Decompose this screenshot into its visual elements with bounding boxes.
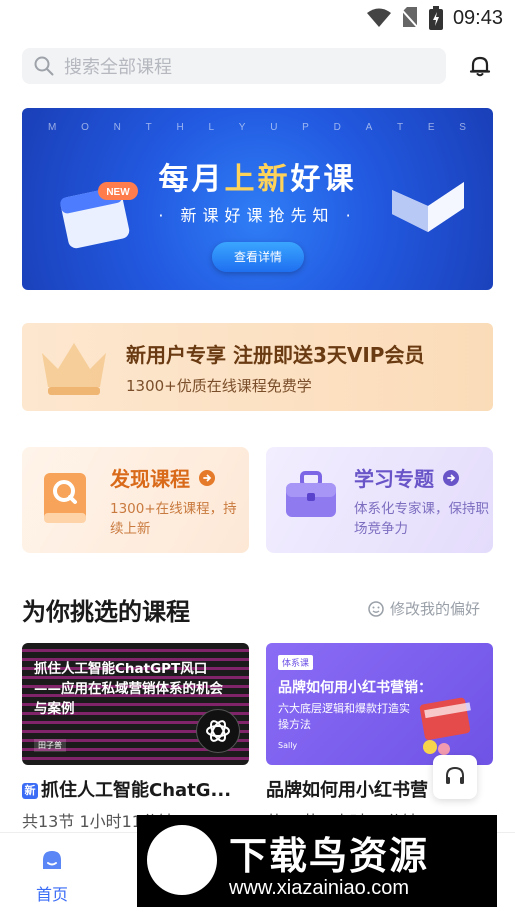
calendar-icon: NEW xyxy=(60,182,138,249)
edit-preferences-link[interactable]: 修改我的偏好 xyxy=(368,598,480,619)
banner-letter: L xyxy=(208,122,216,133)
discover-desc: 1300+在线课程，持续上新 xyxy=(110,501,237,537)
view-details-button[interactable]: 查看详情 xyxy=(212,242,304,272)
course-title[interactable]: 品牌如何用小红书营 xyxy=(266,776,446,802)
status-time: 09:43 xyxy=(452,6,503,29)
banner-letter: S xyxy=(459,122,467,133)
new-badge: 新 xyxy=(22,783,38,799)
vip-title: 新用户专享 注册即送3天VIP会员 xyxy=(126,343,425,367)
status-icons: 09:43 xyxy=(366,6,503,30)
recommend-title: 为你挑选的课程 xyxy=(22,598,190,626)
course-cover-sub: 六大底层逻辑和爆款打造实操方法 xyxy=(278,702,410,731)
crown-icon xyxy=(42,343,106,395)
banner-eng-letters: MONTHLYUPDATES xyxy=(22,122,493,133)
tab-home[interactable]: 首页 xyxy=(30,849,74,905)
banner-letter: P xyxy=(302,122,310,133)
book-icon xyxy=(392,182,464,232)
course-cover-author: Sally xyxy=(278,741,298,750)
search-icon xyxy=(34,56,54,76)
red-book-icon xyxy=(419,697,471,755)
banner-letter: H xyxy=(176,122,185,133)
vip-promo-card[interactable]: 新用户专享 注册即送3天VIP会员 1300+优质在线课程免费学 xyxy=(22,323,493,411)
banner-letter: U xyxy=(270,122,279,133)
banner-letter: T xyxy=(397,122,405,133)
course-card[interactable]: 体系课 品牌如何用小红书营销： 六大底层逻辑和爆款打造实操方法 Sally xyxy=(266,643,493,765)
briefcase-icon xyxy=(286,471,336,517)
status-bar: 09:43 xyxy=(0,0,515,36)
battery-icon xyxy=(428,6,443,30)
search-placeholder: 搜索全部课程 xyxy=(64,57,172,78)
search-input[interactable]: 搜索全部课程 xyxy=(22,48,446,84)
watermark-text: 下载鸟资源 xyxy=(229,834,430,878)
course-cover-title: 品牌如何用小红书营销： xyxy=(278,680,432,696)
banner-letter: O xyxy=(81,122,90,133)
banner-letter: M xyxy=(48,122,58,133)
banner-letter: T xyxy=(145,122,153,133)
discover-book-icon xyxy=(44,473,86,523)
topics-desc: 体系化专家课，保持职场竞争力 xyxy=(354,501,489,537)
no-sim-icon xyxy=(400,7,419,29)
vip-subtitle: 1300+优质在线课程免费学 xyxy=(126,377,312,395)
course-title[interactable]: 新抓住人工智能ChatG... xyxy=(22,776,242,802)
course-cover-tag: 体系课 xyxy=(278,655,314,670)
smile-icon xyxy=(368,600,384,617)
watermark-overlay: 下载鸟资源 www.xiazainiao.com xyxy=(137,815,497,907)
topics-title: 学习专题 xyxy=(354,463,460,492)
banner-letter: Y xyxy=(238,122,247,133)
banner-letter: E xyxy=(427,122,436,133)
notification-bell-icon[interactable] xyxy=(466,52,494,80)
customer-service-icon[interactable] xyxy=(433,755,477,799)
study-topics-card[interactable]: 学习专题 体系化专家课，保持职场竞争力 xyxy=(266,447,493,553)
watermark-logo xyxy=(147,825,217,895)
chatgpt-logo-icon xyxy=(196,709,240,753)
banner-letter: D xyxy=(333,122,342,133)
home-icon xyxy=(43,851,61,869)
banner-letter: A xyxy=(365,122,374,133)
arrow-right-icon xyxy=(443,469,459,486)
discover-title: 发现课程 xyxy=(110,463,216,492)
wifi-icon xyxy=(366,8,391,27)
course-cover-text: 抓住人工智能ChatGPT风口——应用在私域营销体系的机会与案例 xyxy=(34,661,223,717)
course-card[interactable]: 抓住人工智能ChatGPT风口——应用在私域营销体系的机会与案例 田子普 xyxy=(22,643,249,765)
discover-courses-card[interactable]: 发现课程 1300+在线课程，持续上新 xyxy=(22,447,249,553)
course-cover-author: 田子普 xyxy=(34,739,66,752)
monthly-banner[interactable]: MONTHLYUPDATES 每月上新好课 · 新课好课抢先知 · 查看详情 N… xyxy=(22,108,493,290)
arrow-right-icon xyxy=(199,469,215,486)
banner-letter: N xyxy=(113,122,122,133)
watermark-url: www.xiazainiao.com xyxy=(229,877,410,899)
svg-text:NEW: NEW xyxy=(106,187,130,198)
